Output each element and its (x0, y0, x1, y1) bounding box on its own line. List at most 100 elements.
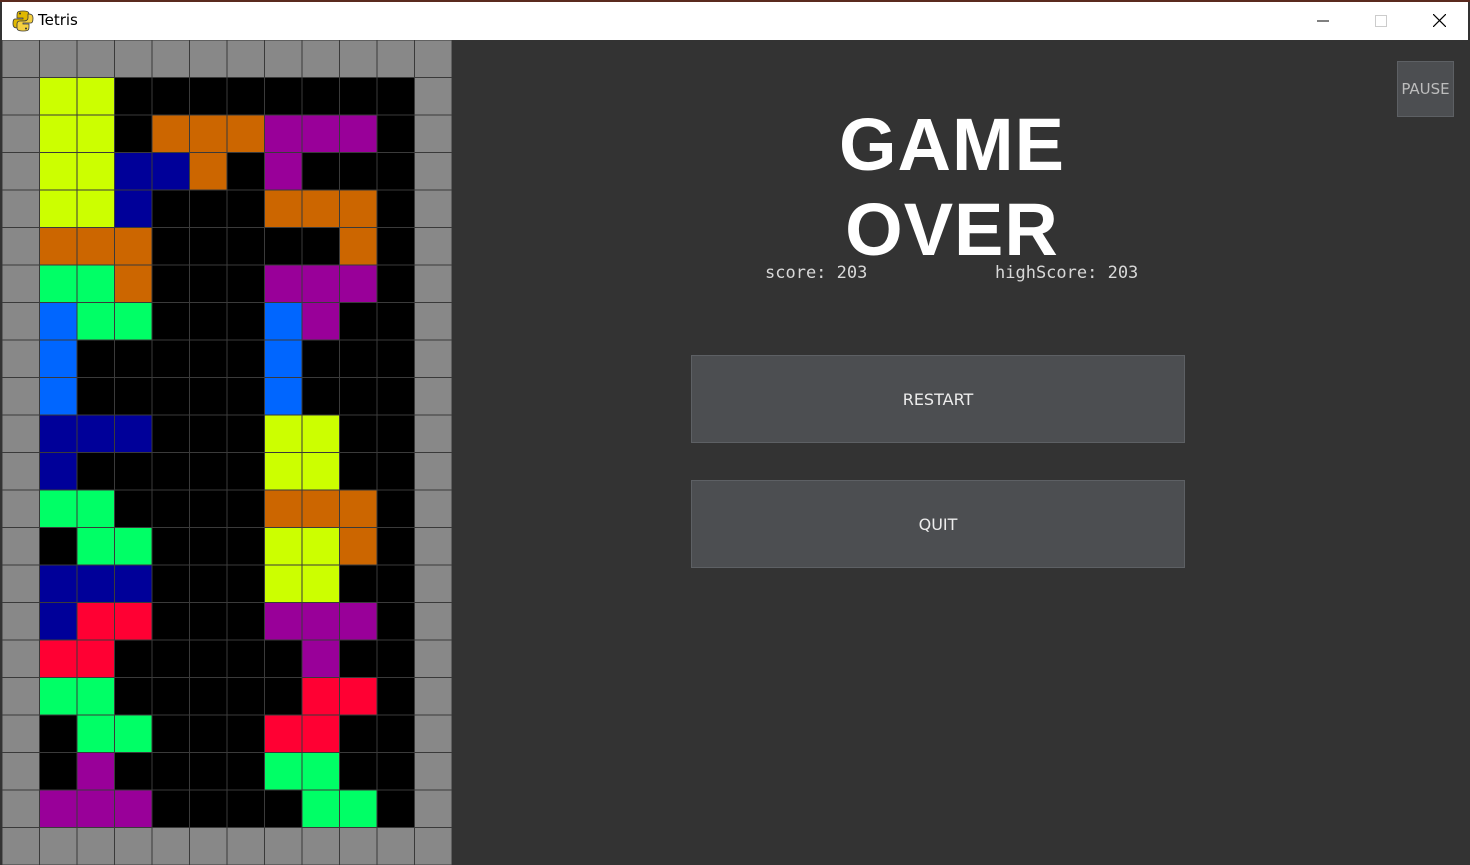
empty-cell (189, 377, 228, 416)
block-cell (264, 564, 303, 603)
block-cell (339, 227, 378, 266)
wall-cell (414, 302, 452, 341)
block-cell (114, 789, 153, 828)
empty-cell (189, 639, 228, 678)
empty-cell (39, 752, 78, 791)
empty-cell (114, 377, 153, 416)
block-cell (339, 489, 378, 528)
empty-cell (76, 339, 115, 378)
wall-cell (2, 752, 40, 791)
block-cell (39, 377, 78, 416)
empty-cell (376, 77, 415, 116)
block-cell (39, 602, 78, 641)
block-cell (76, 789, 115, 828)
empty-cell (76, 452, 115, 491)
empty-cell (226, 152, 265, 191)
empty-cell (376, 677, 415, 716)
close-icon (1432, 12, 1446, 31)
empty-cell (151, 339, 190, 378)
block-cell (76, 639, 115, 678)
wall-cell (2, 827, 40, 865)
block-cell (76, 752, 115, 791)
block-cell (339, 789, 378, 828)
block-cell (264, 114, 303, 153)
empty-cell (114, 677, 153, 716)
empty-cell (189, 602, 228, 641)
block-cell (264, 152, 303, 191)
empty-cell (114, 77, 153, 116)
wall-cell (2, 339, 40, 378)
empty-cell (376, 752, 415, 791)
block-cell (76, 189, 115, 228)
block-cell (39, 77, 78, 116)
empty-cell (189, 752, 228, 791)
wall-cell (414, 377, 452, 416)
wall-cell (151, 40, 190, 78)
empty-cell (151, 414, 190, 453)
block-cell (301, 789, 340, 828)
block-cell (114, 152, 153, 191)
block-cell (264, 302, 303, 341)
block-cell (114, 264, 153, 303)
wall-cell (414, 714, 452, 753)
empty-cell (226, 377, 265, 416)
wall-cell (2, 602, 40, 641)
empty-cell (151, 77, 190, 116)
block-cell (39, 152, 78, 191)
empty-cell (339, 564, 378, 603)
empty-cell (376, 302, 415, 341)
wall-cell (2, 714, 40, 753)
empty-cell (189, 264, 228, 303)
wall-cell (414, 827, 452, 865)
block-cell (114, 564, 153, 603)
wall-cell (2, 489, 40, 528)
block-cell (189, 114, 228, 153)
block-cell (264, 189, 303, 228)
block-cell (39, 789, 78, 828)
quit-button[interactable]: QUIT (691, 480, 1185, 568)
block-cell (339, 114, 378, 153)
block-cell (39, 489, 78, 528)
block-cell (339, 264, 378, 303)
wall-cell (414, 40, 452, 78)
block-cell (264, 714, 303, 753)
block-cell (39, 677, 78, 716)
block-cell (264, 527, 303, 566)
empty-cell (226, 639, 265, 678)
wall-cell (2, 302, 40, 341)
block-cell (39, 414, 78, 453)
block-cell (301, 602, 340, 641)
empty-cell (226, 189, 265, 228)
empty-cell (189, 452, 228, 491)
wall-cell (414, 452, 452, 491)
empty-cell (226, 339, 265, 378)
pause-button[interactable]: PAUSE (1397, 61, 1454, 117)
wall-cell (414, 77, 452, 116)
empty-cell (151, 564, 190, 603)
maximize-button[interactable] (1352, 2, 1410, 40)
empty-cell (189, 489, 228, 528)
empty-cell (376, 152, 415, 191)
wall-cell (414, 227, 452, 266)
close-button[interactable] (1410, 2, 1468, 40)
block-cell (39, 264, 78, 303)
empty-cell (226, 264, 265, 303)
empty-cell (189, 789, 228, 828)
block-cell (264, 377, 303, 416)
empty-cell (376, 227, 415, 266)
block-cell (76, 114, 115, 153)
minimize-button[interactable] (1294, 2, 1352, 40)
empty-cell (376, 189, 415, 228)
block-cell (264, 339, 303, 378)
restart-button[interactable]: RESTART (691, 355, 1185, 443)
empty-cell (39, 527, 78, 566)
block-cell (114, 414, 153, 453)
empty-cell (339, 152, 378, 191)
block-cell (114, 527, 153, 566)
empty-cell (226, 564, 265, 603)
empty-cell (189, 227, 228, 266)
wall-cell (2, 564, 40, 603)
empty-cell (264, 789, 303, 828)
block-cell (301, 302, 340, 341)
empty-cell (39, 714, 78, 753)
